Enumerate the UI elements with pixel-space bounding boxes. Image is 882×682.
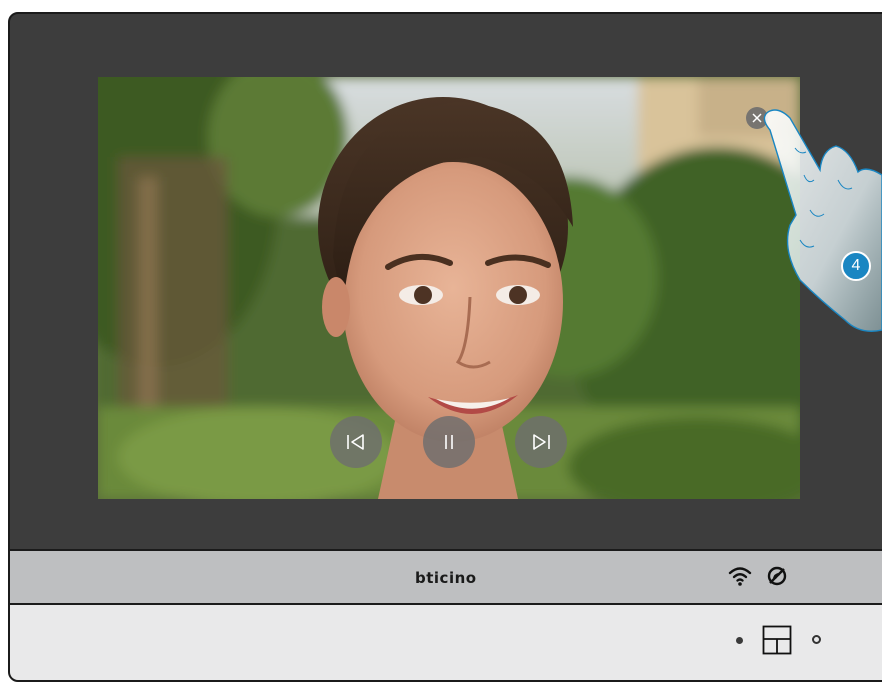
skip-previous-icon — [347, 434, 364, 450]
device-base — [10, 605, 882, 680]
step-number-badge: 4 — [841, 251, 871, 281]
status-bar: bticino — [10, 549, 882, 605]
brand-logo: bticino — [415, 569, 477, 587]
close-icon — [752, 113, 762, 123]
video-screen — [98, 77, 800, 499]
pause-button[interactable] — [423, 416, 475, 468]
do-not-disturb-icon — [767, 566, 787, 586]
close-button[interactable] — [746, 107, 768, 129]
status-led-right — [812, 635, 821, 644]
previous-button[interactable] — [330, 416, 382, 468]
status-led-left — [736, 637, 743, 644]
video-intercom-device: bticino — [8, 12, 882, 682]
skip-next-icon — [533, 434, 550, 450]
pause-icon — [445, 435, 453, 449]
wifi-icon — [728, 567, 752, 586]
home-key-icon[interactable] — [762, 625, 792, 655]
next-button[interactable] — [515, 416, 567, 468]
